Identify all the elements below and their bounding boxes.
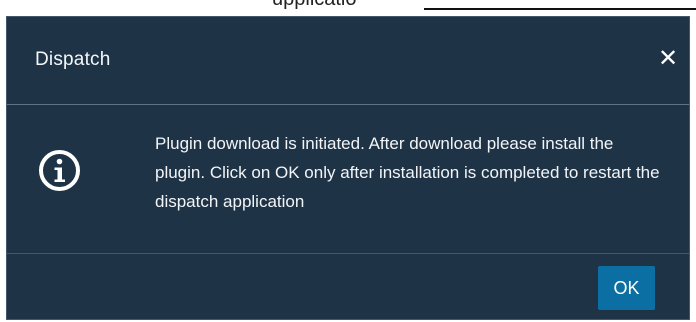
info-icon: [39, 150, 80, 191]
dialog-footer: OK: [7, 254, 689, 321]
dialog-header: Dispatch ✕: [7, 17, 689, 105]
dialog-message: Plugin download is initiated. After down…: [155, 134, 660, 211]
background-page-text: upplicatio: [272, 0, 357, 11]
background-page-underline: [424, 8, 696, 10]
ok-button[interactable]: OK: [598, 266, 655, 310]
close-button[interactable]: ✕: [657, 45, 679, 72]
dialog-title: Dispatch: [35, 49, 111, 70]
dialog-body: Plugin download is initiated. After down…: [7, 105, 689, 254]
dispatch-dialog: Dispatch ✕ Plugin download is initiated.…: [6, 16, 690, 320]
close-icon: ✕: [657, 45, 679, 72]
